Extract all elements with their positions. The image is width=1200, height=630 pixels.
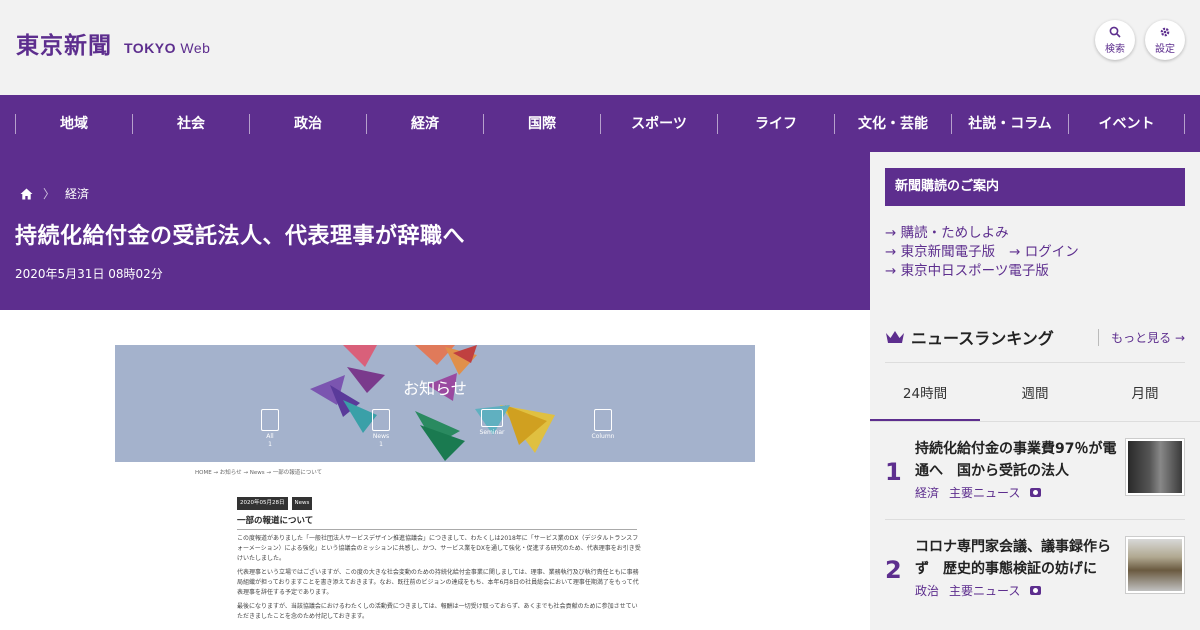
subscription-heading: 新聞購読のご案内: [885, 168, 1185, 206]
search-button[interactable]: 検索: [1095, 20, 1135, 60]
article-image-banner: お知らせ All 1 News 1 Seminar Column: [115, 345, 755, 462]
site-logo[interactable]: 東京新聞 TOKYO Web: [16, 26, 210, 60]
image-heading: 一部の報道について: [237, 516, 637, 530]
rank-number: 1: [885, 458, 902, 486]
rank-title[interactable]: 持続化給付金の事業費97％が電通へ 国から受託の法人: [915, 438, 1120, 482]
search-icon: [1109, 26, 1121, 38]
link-trial[interactable]: → 購読・ためしよみ: [885, 224, 1185, 243]
nav-item-seiji[interactable]: 政治: [249, 113, 366, 134]
banner-title: お知らせ: [403, 379, 467, 398]
nav-item-chiiki[interactable]: 地域: [15, 113, 132, 134]
rank-title[interactable]: コロナ専門家会議、議事録作らず 歴史的事態検証の妨げに: [915, 536, 1120, 580]
rank-number: 2: [885, 556, 902, 584]
search-label: 検索: [1105, 43, 1125, 55]
tab-24h[interactable]: 24時間: [870, 374, 980, 422]
main-nav: 地域 社会 政治 経済 国際 スポーツ ライフ 文化・芸能 社説・コラム イベン…: [0, 95, 1200, 152]
ranking-item[interactable]: 1 持続化給付金の事業費97％が電通へ 国から受託の法人 経済 主要ニュース: [885, 434, 1185, 514]
ranking-header: ニュースランキング もっと見る →: [885, 324, 1185, 350]
breadcrumb-section[interactable]: 経済: [65, 185, 89, 202]
logo-en-bold: TOKYO: [124, 40, 177, 56]
logo-en: TOKYO Web: [124, 40, 210, 56]
gear-icon: [1160, 27, 1170, 36]
nav-item-event[interactable]: イベント: [1068, 113, 1185, 134]
rank-tags: 政治 主要ニュース: [915, 582, 1042, 599]
tab-weekly[interactable]: 週間: [980, 374, 1090, 422]
rank-thumbnail[interactable]: [1125, 438, 1185, 496]
ranking-more-link[interactable]: もっと見る →: [1098, 328, 1185, 346]
image-breadcrumb: HOME → お知らせ → News → 一部の報道について: [195, 470, 323, 476]
link-sports-digital[interactable]: → 東京中日スポーツ電子版: [885, 262, 1185, 281]
image-paragraph: この度報道がありました「一般社団法人サービスデザイン推進協議会」につきまして、わ…: [237, 535, 641, 562]
nav-item-life[interactable]: ライフ: [717, 113, 834, 134]
logo-jp: 東京新聞: [16, 32, 112, 59]
article-title: 持続化給付金の受託法人、代表理事が辞職へ: [15, 224, 466, 249]
nav-item-shakai[interactable]: 社会: [132, 113, 249, 134]
banner-icon-label: News: [372, 433, 390, 440]
rank-tag[interactable]: 主要ニュース: [949, 582, 1020, 599]
article-image-document: HOME → お知らせ → News → 一部の報道について 2020年05月2…: [195, 468, 655, 622]
rank-tag[interactable]: 政治: [915, 582, 939, 599]
banner-icon-label: Seminar: [479, 429, 505, 436]
rank-tag[interactable]: 主要ニュース: [949, 484, 1020, 501]
link-login[interactable]: → ログイン: [1009, 243, 1079, 262]
link-digital-edition[interactable]: → 東京新聞電子版: [885, 243, 995, 262]
nav-item-culture[interactable]: 文化・芸能: [834, 113, 951, 134]
rank-thumbnail[interactable]: [1125, 536, 1185, 594]
banner-icon-label: All: [266, 433, 274, 440]
crown-icon: [886, 331, 904, 343]
banner-icon-news: News 1: [361, 409, 401, 449]
nav-item-sports[interactable]: スポーツ: [600, 113, 717, 134]
settings-button[interactable]: 設定: [1145, 20, 1185, 60]
top-bar: 東京新聞 TOKYO Web 検索 設定: [0, 0, 1200, 95]
ranking-title: ニュースランキング: [911, 329, 1054, 348]
image-category-tag: News: [291, 497, 313, 510]
article-body: お知らせ All 1 News 1 Seminar Column HOME → お知…: [0, 310, 870, 630]
paper-boats-graphic: [310, 345, 555, 461]
banner-icon-all: All 1: [250, 409, 290, 449]
banner-icon-count: 1: [268, 441, 272, 448]
thumbnail-image: [1128, 441, 1182, 493]
pencil-note-icon: [594, 409, 612, 431]
subscription-links: → 購読・ためしよみ → 東京新聞電子版 → ログイン → 東京中日スポーツ電子…: [885, 224, 1185, 281]
logo-en-light: Web: [180, 40, 211, 56]
link-row: → 東京新聞電子版 → ログイン: [885, 243, 1185, 262]
divider: [885, 362, 1185, 363]
image-paragraph: 最後になりますが、当該協議会におけるわたくしの活動費につきましては、報酬は一切受…: [237, 603, 638, 620]
breadcrumb: 〉 経済: [20, 185, 89, 202]
ranking-tabs: 24時間 週間 月間: [870, 374, 1200, 422]
rank-tags: 経済 主要ニュース: [915, 484, 1042, 501]
camera-icon: [1030, 488, 1042, 497]
settings-label: 設定: [1155, 43, 1175, 55]
ranking-item[interactable]: 2 コロナ専門家会議、議事録作らず 歴史的事態検証の妨げに 政治 主要ニュース: [885, 532, 1185, 612]
image-date-tag: 2020年05月28日: [237, 497, 288, 510]
thumbnail-image: [1128, 539, 1182, 591]
nav-item-editorial[interactable]: 社説・コラム: [951, 113, 1068, 134]
nav-item-keizai[interactable]: 経済: [366, 113, 483, 134]
clipboard-icon: [261, 409, 279, 431]
newspaper-icon: [372, 409, 390, 431]
article-header: 〉 経済 持続化給付金の受託法人、代表理事が辞職へ 2020年5月31日 08時…: [0, 152, 870, 310]
divider: [885, 519, 1185, 520]
banner-icon-seminar: Seminar: [472, 409, 512, 437]
rank-tag[interactable]: 経済: [915, 484, 939, 501]
article-date: 2020年5月31日 08時02分: [15, 267, 163, 281]
banner-icon-column: Column: [583, 409, 623, 441]
banner-icon-count: 1: [379, 441, 383, 448]
camera-icon: [1030, 586, 1042, 595]
image-meta: 2020年05月28日 News: [237, 497, 655, 510]
home-icon[interactable]: [20, 188, 33, 200]
breadcrumb-separator: 〉: [43, 187, 56, 201]
tab-monthly[interactable]: 月間: [1090, 374, 1200, 422]
banner-icon-label: Column: [591, 433, 615, 440]
nav-item-kokusai[interactable]: 国際: [483, 113, 600, 134]
sidebar: 新聞購読のご案内 → 購読・ためしよみ → 東京新聞電子版 → ログイン → 東…: [870, 152, 1200, 630]
image-paragraph: 代表理事という立場ではございますが、この度の大きな社会変動のための持続化給付金事…: [237, 569, 639, 596]
divider: [870, 421, 1200, 422]
presentation-icon: [481, 409, 503, 427]
